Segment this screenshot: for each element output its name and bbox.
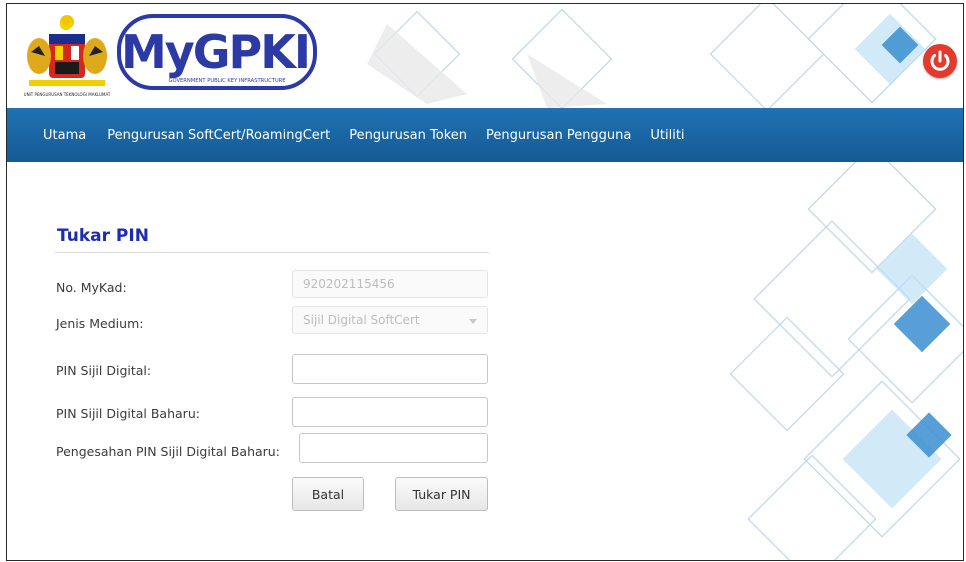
nav-item-utiliti[interactable]: Utiliti	[650, 128, 684, 143]
nav-item-pengurusan-token[interactable]: Pengurusan Token	[349, 128, 467, 143]
power-icon	[930, 50, 950, 71]
confirm-pin-field[interactable]	[299, 433, 488, 463]
logout-button[interactable]	[923, 44, 957, 78]
crest-caption: UNIT PENGURUSAN TEKNOLOGI MAKLUMAT	[24, 92, 111, 97]
medium-select: Sijil Digital SoftCert	[292, 306, 488, 334]
app-window: UNIT PENGURUSAN TEKNOLOGI MAKLUMAT MyGPK…	[6, 3, 964, 561]
new-pin-field[interactable]	[292, 397, 488, 427]
nav-item-pengurusan-softcert[interactable]: Pengurusan SoftCert/RoamingCert	[107, 128, 330, 143]
mykad-field	[292, 270, 488, 298]
new-pin-label: PIN Sijil Digital Baharu:	[56, 406, 200, 421]
medium-label: Jenis Medium:	[56, 316, 144, 331]
logo-subtitle: GOVERNMENT PUBLIC KEY INFRASTRUCTURE	[168, 78, 285, 84]
form-title: Tukar PIN	[57, 226, 149, 246]
logo-main-text: MyGPKI	[121, 25, 309, 79]
mygpki-logo: MyGPKI GOVERNMENT PUBLIC KEY INFRASTRUCT…	[117, 14, 317, 90]
nav-item-pengurusan-pengguna[interactable]: Pengurusan Pengguna	[486, 128, 631, 143]
medium-select-value: Sijil Digital SoftCert	[303, 313, 420, 327]
coat-of-arms-logo: UNIT PENGURUSAN TEKNOLOGI MAKLUMAT	[24, 15, 111, 97]
nav-item-utama[interactable]: Utama	[43, 128, 86, 143]
confirm-pin-label: Pengesahan PIN Sijil Digital Baharu:	[56, 444, 280, 459]
main-nav: Utama Pengurusan SoftCert/RoamingCert Pe…	[7, 108, 963, 162]
mykad-label: No. MyKad:	[56, 280, 127, 295]
cancel-button[interactable]: Batal	[292, 477, 364, 511]
change-pin-button[interactable]: Tukar PIN	[395, 477, 488, 511]
pin-field[interactable]	[292, 354, 488, 384]
pin-label: PIN Sijil Digital:	[56, 363, 152, 378]
chevron-down-icon	[469, 319, 477, 324]
title-divider	[55, 252, 489, 253]
header: UNIT PENGURUSAN TEKNOLOGI MAKLUMAT MyGPK…	[7, 4, 963, 108]
